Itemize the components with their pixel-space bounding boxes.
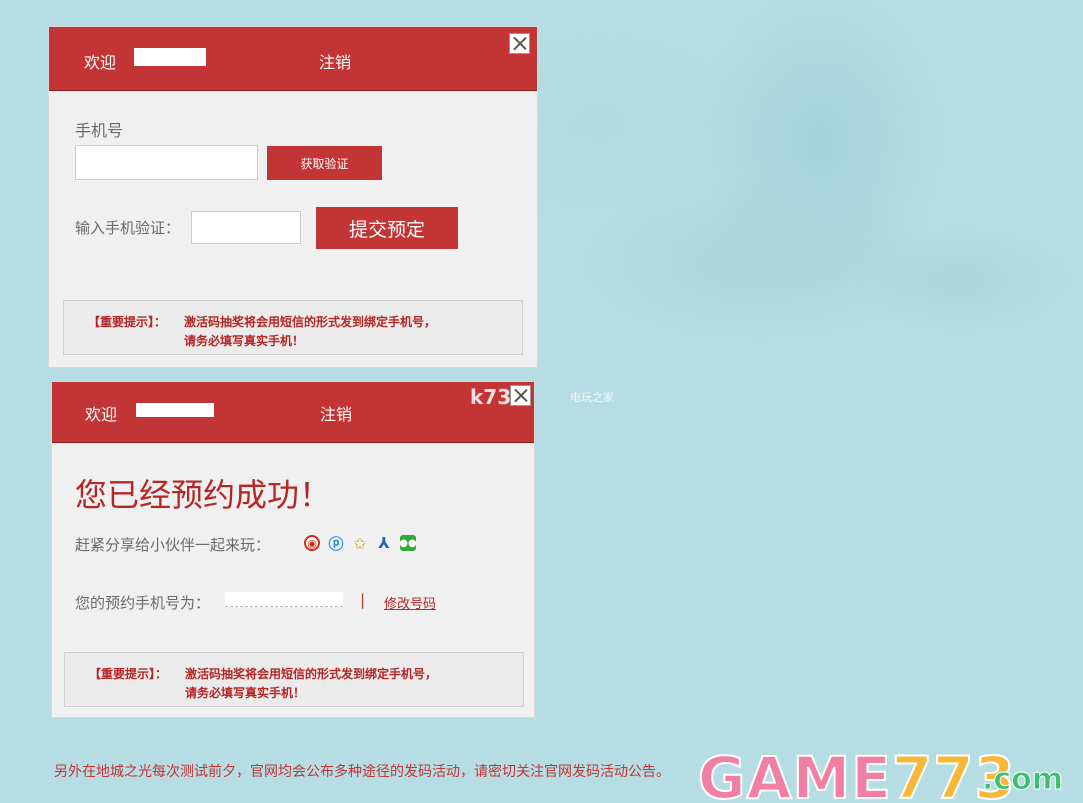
k73-watermark: k73 [470, 385, 512, 409]
bottom-announcement: 另外在地城之光每次测试前夕，官网均会公布多种途径的发码活动，请密切关注官网发码活… [54, 764, 670, 780]
notice-line-2: 请务必填写真实手机！ [184, 334, 305, 348]
username-redacted [134, 48, 206, 66]
success-title: 您已经预约成功！ [75, 476, 332, 514]
welcome-text: 欢迎 [84, 53, 117, 72]
star-icon[interactable]: ✩ [352, 534, 368, 553]
weibo-icon[interactable]: ◉ [304, 535, 320, 551]
reservation-form-panel: 欢迎 注销 手机号 获取验证 输入手机验证： 提交预定 【重要提示】： 激活码抽… [48, 26, 538, 368]
close-icon[interactable] [509, 33, 530, 54]
notice-tag: 【重要提示】： [88, 315, 167, 329]
reservation-success-panel: 欢迎 注销 您已经预约成功！ 赶紧分享给小伙伴一起来玩： ◉ ⓟ ✩ ⅄ ●● … [51, 381, 535, 718]
reserved-phone-redacted [225, 592, 343, 607]
share-icons: ◉ ⓟ ✩ ⅄ ●● [304, 534, 417, 553]
notice-line-1: 激活码抽奖将会用短信的形式发到绑定手机号， [185, 667, 438, 681]
phone-label: 手机号 [75, 121, 124, 140]
modify-number-link[interactable]: 修改号码 [384, 593, 436, 612]
username-redacted [136, 403, 214, 417]
code-input[interactable] [191, 211, 301, 244]
reserved-phone-label: 您的预约手机号为： [75, 594, 211, 612]
watermark-com: .com [981, 762, 1064, 798]
share-label: 赶紧分享给小伙伴一起来玩： [75, 536, 271, 554]
phone-input[interactable] [75, 145, 258, 180]
important-notice: 【重要提示】： 激活码抽奖将会用短信的形式发到绑定手机号， 请务必填写真实手机！ [63, 300, 523, 355]
watermark-game: GAME [697, 743, 892, 803]
panel-header: 欢迎 注销 [49, 27, 537, 91]
p-icon[interactable]: ⓟ [328, 535, 344, 553]
k73-watermark-sub: 电玩之家 [570, 391, 614, 404]
notice-line-1: 激活码抽奖将会用短信的形式发到绑定手机号， [184, 315, 437, 329]
divider: | [360, 591, 366, 609]
get-code-button[interactable]: 获取验证 [267, 146, 382, 180]
renren-icon[interactable]: ⅄ [376, 534, 392, 552]
notice-tag: 【重要提示】： [89, 667, 168, 681]
logout-link[interactable]: 注销 [319, 49, 351, 73]
notice-line-2: 请务必填写真实手机！ [185, 686, 306, 700]
welcome-text: 欢迎 [85, 405, 118, 424]
wechat-icon[interactable]: ●● [399, 535, 417, 551]
game773-watermark: GAME773 [697, 743, 1016, 803]
logout-link[interactable]: 注销 [320, 401, 352, 425]
submit-reservation-button[interactable]: 提交预定 [316, 207, 458, 249]
code-label: 输入手机验证： [75, 219, 181, 237]
panel-header: 欢迎 注销 [52, 382, 534, 443]
important-notice: 【重要提示】： 激活码抽奖将会用短信的形式发到绑定手机号， 请务必填写真实手机！ [64, 652, 524, 707]
close-icon[interactable] [510, 385, 531, 406]
